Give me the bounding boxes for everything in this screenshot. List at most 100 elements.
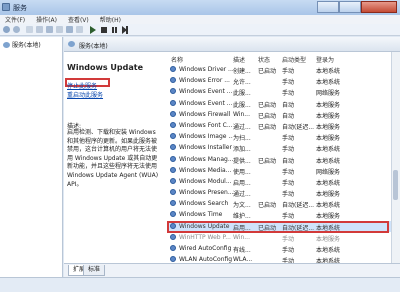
- service-name-cell: Windows Error ...: [179, 77, 230, 85]
- service-description-cell: Win...: [233, 233, 250, 241]
- maximize-button[interactable]: [339, 1, 361, 13]
- service-logon-cell: 本地系统: [316, 68, 341, 75]
- service-logon-cell: 本地服务: [316, 235, 341, 243]
- menu-view[interactable]: 查看(V): [63, 15, 95, 24]
- stop-service-link[interactable]: 停止此服务: [67, 81, 97, 90]
- service-startup-cell: 自动: [282, 157, 295, 165]
- service-row[interactable]: Windows Event ... 此服... 手动 网络服务: [167, 86, 392, 97]
- toolbar: [0, 24, 400, 36]
- stop-service-icon[interactable]: [101, 27, 107, 33]
- services-gear-icon: [3, 41, 10, 48]
- minimize-button[interactable]: [317, 1, 339, 13]
- scrollbar-thumb[interactable]: [393, 170, 398, 200]
- service-logon-cell: 本地服务: [316, 101, 341, 109]
- service-gear-icon: [170, 245, 176, 251]
- service-row[interactable]: Windows Firewall Win... 已启动 自动 本地服务: [167, 109, 392, 120]
- service-name-cell: WLAN AutoConfig: [179, 256, 233, 263]
- column-header-startup-type[interactable]: 启动类型: [282, 55, 306, 64]
- start-service-icon[interactable]: [90, 26, 96, 34]
- column-header-description[interactable]: 描述: [233, 55, 245, 64]
- column-header-name[interactable]: 名称: [171, 55, 183, 64]
- tab-standard[interactable]: 标准: [83, 265, 106, 276]
- service-logon-cell: 本地服务: [316, 123, 341, 131]
- service-description-cell: 允许...: [233, 79, 251, 87]
- restart-service-icon[interactable]: [122, 26, 128, 34]
- service-gear-icon: [170, 233, 176, 240]
- service-logon-cell: 本地系统: [316, 146, 341, 154]
- service-description-cell: 此服...: [233, 101, 251, 109]
- service-startup-cell: 手动: [282, 258, 295, 263]
- panel-header: 服务(本地): [64, 37, 400, 52]
- menu-file[interactable]: 文件(F): [0, 15, 31, 24]
- service-gear-icon: [170, 144, 176, 151]
- service-description-cell: 创建...: [233, 68, 251, 75]
- service-logon-cell: 本地服务: [316, 135, 341, 143]
- service-startup-cell: 手动: [282, 135, 295, 143]
- service-row[interactable]: Windows Search 为文... 已启动 自动(延迟... 本地系统: [167, 198, 392, 209]
- service-startup-cell: 手动: [282, 90, 295, 98]
- service-row[interactable]: Windows Installer 添加... 手动 本地系统: [167, 142, 392, 153]
- services-app-icon: [2, 3, 10, 11]
- service-name-cell: WinHTTP Web P...: [179, 233, 231, 241]
- service-name-cell: Windows Manag...: [179, 155, 233, 163]
- show-hide-tree-icon[interactable]: [36, 26, 43, 33]
- service-row[interactable]: Windows Image ... 为扫... 手动 本地服务: [167, 131, 392, 142]
- service-name-cell: Windows Driver ...: [179, 66, 233, 73]
- service-name-cell: Windows Event ...: [179, 99, 233, 107]
- service-row[interactable]: Windows Font C... 通过... 已启动 自动(延迟... 本地服务: [167, 120, 392, 131]
- service-row[interactable]: Windows Driver ... 创建... 已启动 手动 本地系统: [167, 64, 392, 75]
- service-gear-icon: [170, 211, 176, 218]
- service-description-cell: WLA...: [233, 256, 253, 263]
- restart-service-link[interactable]: 重启动此服务: [67, 90, 103, 99]
- forward-icon[interactable]: [13, 26, 20, 33]
- service-row[interactable]: WLAN AutoConfig WLA... 手动 本地系统: [167, 254, 392, 263]
- service-description-cell: 通过...: [233, 123, 251, 131]
- service-row[interactable]: Windows Presen... 通过... 手动 本地服务: [167, 187, 392, 198]
- service-name-cell: Windows Firewall: [179, 110, 231, 118]
- service-startup-cell: 手动: [282, 247, 295, 254]
- column-header-log-on-as[interactable]: 登录为: [316, 55, 334, 64]
- service-row[interactable]: Windows Error ... 允许... 手动 本地系统: [167, 75, 392, 86]
- service-startup-cell: 自动(延迟...: [282, 123, 314, 131]
- service-description-cell: 通过...: [233, 191, 251, 199]
- service-logon-cell: 本地服务: [316, 191, 341, 199]
- service-startup-cell: 手动: [282, 179, 295, 187]
- help-icon[interactable]: [66, 26, 73, 33]
- close-button[interactable]: [361, 1, 397, 13]
- service-description-cell: 提供...: [233, 157, 251, 165]
- description-text: 启用检测、下载和安装 Windows 和其他程序的更新。如果此服务被禁用，这台计…: [67, 129, 159, 188]
- properties-icon[interactable]: [76, 26, 83, 33]
- service-row[interactable]: WinHTTP Web P... Win... 手动 本地服务: [167, 232, 392, 243]
- up-level-icon[interactable]: [26, 26, 33, 33]
- menu-help[interactable]: 帮助(H): [95, 15, 127, 24]
- service-gear-icon: [170, 166, 176, 173]
- back-icon[interactable]: [3, 26, 10, 33]
- service-row[interactable]: Windows Time 维护... 手动 本地服务: [167, 209, 392, 220]
- service-description-cell: 使用...: [233, 168, 251, 176]
- service-startup-cell: 自动(延迟...: [282, 202, 314, 210]
- service-row[interactable]: Windows Modul... 启用... 手动 本地系统: [167, 176, 392, 187]
- export-list-icon[interactable]: [56, 26, 63, 33]
- service-row[interactable]: Windows Event ... 此服... 已启动 自动 本地服务: [167, 98, 392, 109]
- service-row[interactable]: Wired AutoConfig 有线... 手动 本地系统: [167, 243, 392, 254]
- tree-item-services-local[interactable]: 服务(本地): [3, 40, 41, 49]
- service-logon-cell: 本地系统: [316, 258, 341, 263]
- service-row[interactable]: Windows Update 启用... 已启动 自动(延迟... 本地系统: [167, 220, 392, 233]
- column-header-status[interactable]: 状态: [258, 55, 270, 64]
- vertical-scrollbar[interactable]: [391, 52, 400, 263]
- service-row[interactable]: Windows Manag... 提供... 已启动 自动 本地系统: [167, 154, 392, 165]
- service-description-cell: 有线...: [233, 247, 251, 254]
- pause-service-icon[interactable]: [112, 27, 114, 33]
- service-gear-icon: [170, 189, 176, 196]
- services-gear-icon: [68, 41, 75, 47]
- main-panel: 服务(本地) Windows Update 停止此服务 重启动此服务 描述: 启…: [64, 37, 400, 277]
- service-detail-pane: Windows Update 停止此服务 重启动此服务 描述: 启用检测、下载和…: [64, 52, 166, 263]
- view-tabs: 扩展 标准: [64, 263, 400, 277]
- service-gear-icon: [170, 200, 176, 207]
- service-logon-cell: 本地服务: [316, 213, 341, 221]
- service-gear-icon: [170, 66, 176, 72]
- menu-action[interactable]: 操作(A): [31, 15, 63, 24]
- service-description-cell: 启用...: [233, 179, 251, 187]
- refresh-icon[interactable]: [46, 26, 53, 33]
- service-row[interactable]: Windows Media... 使用... 手动 网络服务: [167, 165, 392, 176]
